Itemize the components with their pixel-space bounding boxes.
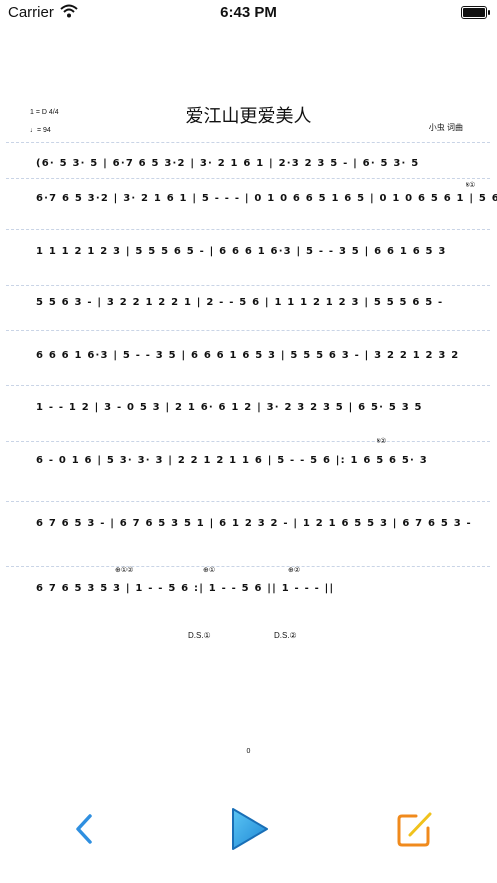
score-author: 小虫 词曲 xyxy=(428,123,463,132)
score-row: 5 5 6 3 - | 3 2 2 1 2 2 1 | 2 - - 5 6 | … xyxy=(36,297,444,308)
coda-mark: ⊕①② xyxy=(115,566,134,574)
battery-icon xyxy=(461,6,490,19)
system-divider xyxy=(6,441,490,442)
score-row: 6 6 6 1 6·3 | 5 - - 3 5 | 6 6 6 1 6 5 3 … xyxy=(36,350,460,361)
segno-mark: 𝄋① xyxy=(466,181,476,189)
score-row: 6 7 6 5 3 - | 6 7 6 5 3 5 1 | 6 1 2 3 2 … xyxy=(36,518,472,529)
ds-mark-1: D.S.① xyxy=(188,631,211,640)
score-row: 1 - - 1 2 | 3 - 0 5 3 | 2 1 6· 6 1 2 | 3… xyxy=(36,402,423,413)
score-row: 6·7 6 5 3·2 | 3· 2 1 6 1 | 5 - - - | 0 1… xyxy=(36,193,497,204)
score-title: 爱江山更爱美人 xyxy=(185,106,312,126)
segno-mark: 𝄋② xyxy=(377,437,387,445)
score-row: 6 - 0 1 6 | 5 3· 3· 3 | 2 2 1 2 1 1 6 | … xyxy=(36,455,428,466)
system-divider xyxy=(6,142,490,143)
chevron-left-icon xyxy=(76,814,92,844)
score-row: 6 7 6 5 3 5 3 | 1 - - 5 6 :| 1 - - 5 6 |… xyxy=(36,583,335,594)
play-button[interactable] xyxy=(225,806,271,852)
tempo-marking: ♩= 94 xyxy=(30,127,51,134)
ds-mark-2: D.S.② xyxy=(274,631,297,640)
coda-mark: ⊕① xyxy=(203,566,216,574)
edit-button[interactable] xyxy=(392,806,438,852)
score-row: 1 1 1 2 1 2 3 | 5 5 5 6 5 - | 6 6 6 1 6·… xyxy=(36,246,447,257)
system-divider xyxy=(6,178,490,179)
system-divider xyxy=(6,385,490,386)
coda-mark: ⊕② xyxy=(288,566,301,574)
system-divider xyxy=(6,566,490,567)
system-divider xyxy=(6,285,490,286)
score-row: (6· 5 3· 5 | 6·7 6 5 3·2 | 3· 2 1 6 1 | … xyxy=(36,158,420,169)
clock: 6:43 PM xyxy=(220,4,277,21)
back-button[interactable] xyxy=(62,806,108,852)
page-number: 0 xyxy=(246,748,251,755)
system-divider xyxy=(6,330,490,331)
status-bar: Carrier 6:43 PM xyxy=(0,0,497,26)
edit-icon xyxy=(397,812,432,847)
system-divider xyxy=(6,501,490,502)
play-icon xyxy=(232,808,268,850)
system-divider xyxy=(6,229,490,230)
